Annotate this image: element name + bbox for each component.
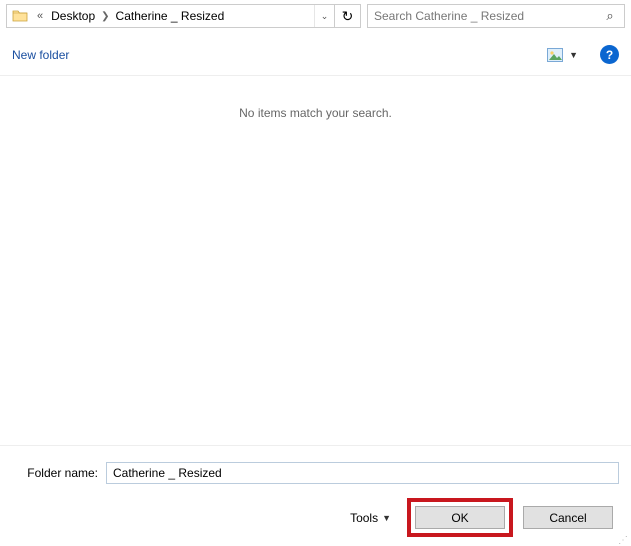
breadcrumb-root[interactable]: Desktop bbox=[47, 9, 99, 23]
breadcrumb-current[interactable]: Catherine _ Resized bbox=[112, 9, 229, 23]
folder-name-input[interactable] bbox=[106, 462, 619, 484]
folder-icon bbox=[9, 5, 31, 27]
chevron-right-icon: ❯ bbox=[99, 11, 111, 22]
search-input[interactable] bbox=[368, 9, 596, 23]
ok-highlight: OK bbox=[407, 498, 513, 537]
file-list-area: No items match your search. bbox=[0, 76, 631, 446]
address-toolbar: « Desktop ❯ Catherine _ Resized ⌄ ↻ ⌕ bbox=[0, 0, 631, 34]
address-bar[interactable]: « Desktop ❯ Catherine _ Resized ⌄ ↻ bbox=[6, 4, 361, 28]
tools-menu-button[interactable]: Tools ▼ bbox=[350, 511, 391, 525]
ok-button[interactable]: OK bbox=[415, 506, 505, 529]
chevron-down-icon: ▼ bbox=[382, 513, 391, 523]
resize-grip[interactable]: ⋰ bbox=[618, 539, 629, 543]
breadcrumb-overflow[interactable]: « bbox=[33, 10, 47, 22]
new-folder-button[interactable]: New folder bbox=[12, 48, 69, 62]
search-box[interactable]: ⌕ bbox=[367, 4, 625, 28]
empty-results-message: No items match your search. bbox=[0, 76, 631, 120]
refresh-button[interactable]: ↻ bbox=[334, 5, 360, 27]
picture-icon bbox=[547, 48, 563, 62]
address-history-dropdown[interactable]: ⌄ bbox=[314, 5, 334, 27]
chevron-down-icon: ▼ bbox=[569, 50, 578, 60]
search-icon[interactable]: ⌕ bbox=[596, 5, 624, 27]
folder-name-label: Folder name: bbox=[12, 466, 98, 480]
command-bar: New folder ▼ ? bbox=[0, 34, 631, 76]
view-options-button[interactable]: ▼ bbox=[543, 46, 582, 64]
dialog-footer: Folder name: Tools ▼ OK Cancel ⋰ bbox=[0, 446, 631, 545]
help-button[interactable]: ? bbox=[600, 45, 619, 64]
tools-label: Tools bbox=[350, 511, 378, 525]
cancel-button[interactable]: Cancel bbox=[523, 506, 613, 529]
